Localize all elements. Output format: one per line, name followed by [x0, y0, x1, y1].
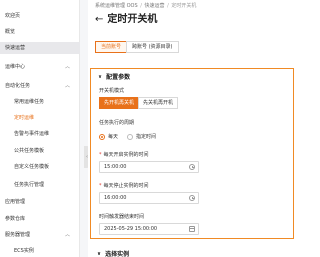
mode-label: 开关机模式 [99, 88, 125, 94]
chevron-down-icon: ∨ [97, 250, 102, 257]
start-time-label-text: 每天开启实例的时间 [103, 152, 149, 158]
chevron-up-icon: ︿ [64, 232, 70, 238]
sidebar-item-app-management[interactable]: 应用管理 [0, 196, 80, 208]
end-time-value: 2025-05-29 15:00:00 [104, 226, 158, 232]
sidebar-item-quick-ops[interactable]: 快速运营 [0, 42, 80, 54]
breadcrumb-item[interactable]: 快速运营 [145, 3, 165, 9]
sidebar-item-custom-templates[interactable]: 自定义任务模板 [0, 161, 80, 173]
config-panel: ∨ 配置参数 开关机模式 先开机再关机 先关机再开机 任务执行的周期 每天 指定… [90, 68, 294, 239]
sidebar-item-server-management[interactable]: 服务器管理 ︿ [0, 229, 80, 241]
breadcrumb-item[interactable]: 系统运维管理 OOS [95, 3, 138, 9]
breadcrumb: 系统运维管理 OOS / 快速运营 / 定时开关机 [95, 2, 196, 9]
stop-time-label: * 每天停止实例的时间 [99, 182, 149, 189]
cycle-label: 任务执行的周期 [99, 120, 135, 126]
stop-time-label-text: 每天停止实例的时间 [103, 183, 149, 189]
sidebar-item-ecs-instances[interactable]: ECS实例 [0, 245, 80, 257]
stop-time-value: 16:00:00 [104, 195, 127, 201]
account-tabs: 当前账号 跨账号 (资源目录) [95, 41, 179, 53]
clock-icon [189, 164, 195, 170]
chevron-down-icon: ∨ [98, 73, 103, 80]
sidebar-item-common-tasks[interactable]: 常用运维任务 [0, 96, 80, 108]
end-time-input[interactable]: 2025-05-29 15:00:00 [99, 223, 199, 235]
breadcrumb-current: 定时开关机 [171, 3, 197, 9]
mode-stop-then-start[interactable]: 先关机再开机 [138, 97, 179, 109]
cycle-radio-group: 每天 指定时间 [99, 133, 165, 140]
mode-selector: 先开机再关机 先关机再开机 [99, 97, 179, 109]
sidebar-item-ops-center[interactable]: 运维中心 ︿ [0, 61, 80, 73]
sidebar-item-task-execution[interactable]: 任务执行管理 [0, 179, 80, 191]
stop-time-input[interactable]: 16:00:00 [99, 192, 199, 204]
required-mark: * [99, 183, 102, 189]
back-arrow-icon[interactable]: ← [95, 14, 103, 26]
select-instances-header[interactable]: ∨ 选择实例 [97, 249, 129, 257]
breadcrumb-separator: / [138, 3, 144, 9]
tab-current-account[interactable]: 当前账号 [95, 41, 128, 53]
sidebar-item-label: 运维中心 [5, 64, 26, 70]
chevron-up-icon: ︿ [64, 64, 70, 70]
sidebar-item-parameter-store[interactable]: 参数仓库 [0, 213, 80, 225]
sidebar-item-public-templates[interactable]: 公共任务模板 [0, 145, 80, 157]
config-section-header[interactable]: ∨ 配置参数 [98, 72, 131, 82]
section-title: 配置参数 [106, 74, 131, 81]
sidebar-item-automation[interactable]: 自动化任务 ︿ [0, 80, 80, 92]
sidebar: 欢迎页 概览 快速运营 运维中心 ︿ 自动化任务 ︿ 常用运维任务 定时运维 告警与… [0, 0, 80, 257]
radio-specific-time-label[interactable]: 指定时间 [136, 133, 156, 140]
mode-start-then-stop[interactable]: 先开机再关机 [99, 97, 140, 109]
clock-icon [189, 195, 195, 201]
radio-specific-time[interactable] [127, 133, 134, 140]
end-time-label: 时间触发器结束时间 [99, 214, 145, 220]
main-content: 系统运维管理 OOS / 快速运营 / 定时开关机 ← 定时开关机 当前账号 跨… [88, 0, 320, 257]
start-time-label: * 每天开启实例的时间 [99, 151, 149, 158]
sidebar-item-label: 服务器管理 [5, 232, 31, 238]
required-mark: * [99, 152, 102, 158]
sidebar-item-alarm-ops[interactable]: 告警与事件运维 [0, 128, 80, 140]
tab-cross-account[interactable]: 跨账号 (资源目录) [126, 41, 179, 53]
calendar-icon [189, 226, 195, 232]
radio-daily-label[interactable]: 每天 [108, 133, 118, 140]
sidebar-item-overview[interactable]: 概览 [0, 26, 80, 38]
section-title: 选择实例 [105, 251, 130, 257]
chevron-up-icon: ︿ [64, 83, 70, 89]
sidebar-item-welcome[interactable]: 欢迎页 [0, 10, 80, 22]
sidebar-item-scheduled-ops[interactable]: 定时运维 [0, 112, 80, 124]
title-row: ← 定时开关机 [95, 14, 157, 26]
page-title: 定时开关机 [107, 14, 158, 25]
breadcrumb-separator: / [165, 3, 171, 9]
radio-daily[interactable] [99, 133, 105, 140]
start-time-input[interactable]: 15:00:00 [99, 161, 199, 173]
sidebar-item-label: 自动化任务 [5, 83, 31, 89]
start-time-value: 15:00:00 [104, 164, 127, 170]
